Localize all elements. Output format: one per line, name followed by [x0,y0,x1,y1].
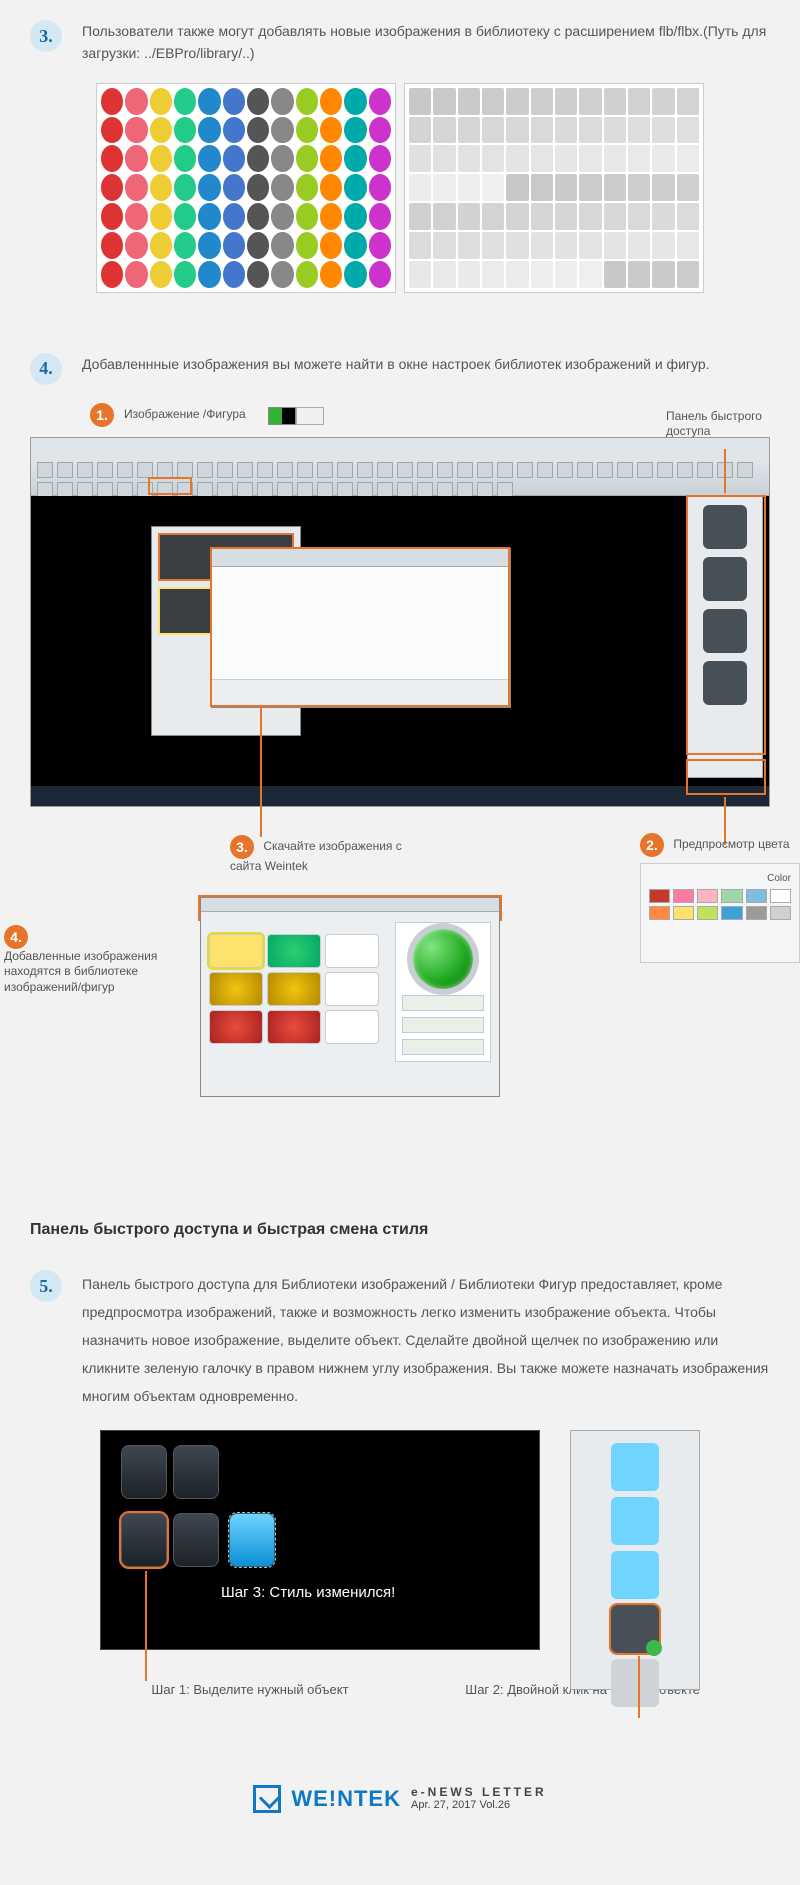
color-swatch[interactable] [697,906,718,920]
app-toolbar [31,458,769,496]
leader-line-step1 [145,1571,147,1681]
color-swatch[interactable] [673,889,694,903]
highlight-color-preview [686,759,766,795]
color-swatch[interactable] [673,906,694,920]
style-step3-text: Шаг 3: Стиль изменился! [221,1581,395,1605]
leader-line-panel [724,449,726,493]
color-swatch[interactable] [721,906,742,920]
library-gallery [30,83,770,293]
section-subheading: Панель быстрого доступа и быстрая смена … [30,1217,770,1243]
anno-2-number: 2. [640,833,664,857]
color-swatch[interactable] [649,889,670,903]
leader-line-step2 [638,1656,640,1718]
image-shape-toggle[interactable] [268,404,324,426]
enews-title: e-NEWS LETTER [411,1785,547,1799]
selected-thumb[interactable] [611,1605,659,1653]
weintek-logo-icon [253,1785,281,1813]
color-swatch-card: Color [640,863,800,963]
newsletter-footer: WE!NTEK e-NEWS LETTER Apr. 27, 2017 Vol.… [0,1781,800,1819]
picture-library-window [200,897,500,1097]
color-swatch[interactable] [649,906,670,920]
anno-4-label: Добавленные изображения находятся в библ… [4,949,157,994]
color-field-label: Color [649,872,791,885]
anno-3-label: Скачайте изображения с сайта Weintek [230,839,402,873]
highlight-toolbar-btn [148,477,192,495]
color-swatch[interactable] [721,889,742,903]
enews-date: Apr. 27, 2017 Vol.26 [411,1799,510,1811]
windows-taskbar [31,786,769,806]
highlight-file-dialog [210,547,510,707]
style-step1-caption: Шаг 1: Выделите нужный объект [100,1680,400,1701]
library-panel-gray [404,83,704,293]
anno-1-number: 1. [90,403,114,427]
step-3-text: Пользователи также могут добавлять новые… [82,20,770,65]
color-swatch[interactable] [746,889,767,903]
panel-label: Панель быстрого доступа [666,409,766,440]
quick-panel-2[interactable] [570,1430,700,1690]
step-5-text: Панель быстрого доступа для Библиотеки и… [82,1270,770,1410]
style-change-canvas: Шаг 3: Стиль изменился! [100,1430,540,1650]
color-swatch[interactable] [746,906,767,920]
color-swatch[interactable] [770,906,791,920]
highlight-side-panel [686,495,766,755]
step-5-number: 5. [30,1270,62,1302]
step-4-text: Добавленнные изображения вы можете найти… [82,353,770,375]
color-swatch[interactable] [770,889,791,903]
anno-1-label: Изображение /Фигура [124,405,246,424]
step-4-number: 4. [30,353,62,385]
anno-3-number: 3. [230,835,254,859]
leader-line-3 [260,707,262,837]
brand-name: WE!NTEK [291,1781,401,1816]
window-titlebar [31,438,769,458]
preview-big-button-icon [413,929,473,989]
anno-4-number: 4. [4,925,28,949]
toggle-on-icon [268,407,296,425]
toggle-off-icon [296,407,324,425]
color-swatch[interactable] [697,889,718,903]
library-panel-colored [96,83,396,293]
anno-2-label: Предпросмотр цвета [673,837,789,851]
step-3-number: 3. [30,20,62,52]
